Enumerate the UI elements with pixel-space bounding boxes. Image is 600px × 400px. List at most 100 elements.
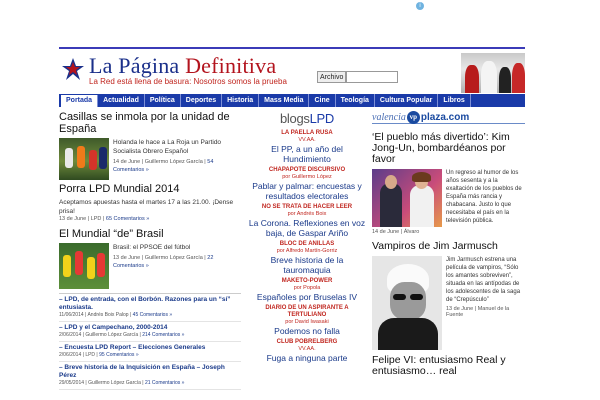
list-item-title[interactable]: – LPD y el Campechano, 2000-2014 [59,324,241,332]
nav-actualidad[interactable]: Actualidad [98,94,145,107]
nav-politica[interactable]: Política [145,94,181,107]
blog-name[interactable]: Bloc de Anillas [247,241,367,248]
blog-author: por Alfredo Martín-Gorriz [276,248,338,254]
blog-entry: Diario de un aspirante a tertuliano por … [247,305,367,336]
page-container: La Página Definitiva La Red está llena d… [59,47,525,390]
site-title[interactable]: La Página Definitiva [89,53,276,79]
valenciaplaza-column: valencia vp plaza.com ‘El pueblo más diver… [372,110,525,381]
blog-name[interactable]: Diario de un aspirante a tertuliano [247,305,367,319]
comments-link[interactable]: Comentarios » [114,216,150,222]
article-title[interactable]: El Mundial “de” Brasil [59,228,241,240]
article: Brasil: el PPSOE del fútbol 13 de June |… [59,243,241,289]
blog-entry: Club Pobrelberg VV.AA. Fuga a ninguna pa… [247,339,367,363]
comments-count-link[interactable]: 54 [207,159,213,165]
list-item: – Breve historia de la Inquisición en Es… [59,362,241,390]
article-excerpt: Holanda le hace a La Roja un Partido Soc… [113,139,222,155]
article: Un regreso al humor de los años sesenta … [372,169,525,227]
article-title[interactable]: Felipe VI: entusiasmo Real y entusiasmo…… [372,355,525,377]
comments-link[interactable]: 21 Comentarios » [145,380,184,386]
blog-entry: La Paella Rusa VV.AA. El PP, a un año de… [247,130,367,164]
blog-name[interactable]: Club Pobrelberg [247,339,367,346]
list-item-meta: 29/05/2014 | Guillermo López García | 21… [59,380,185,386]
blog-name[interactable]: Chapapote Discursivo [247,167,367,174]
article-photo[interactable] [372,169,442,227]
list-item: – LPD y el Campechano, 2000-2014 2/06/20… [59,322,241,342]
blog-author: por David Iwasaki [285,319,329,325]
list-item: – Encuesta LPD Report – Elecciones Gener… [59,342,241,362]
article-title[interactable]: ‘El pueblo más divertido’: Kim Jong-Un, … [372,132,525,165]
nav-deportes[interactable]: Deportes [181,94,223,107]
blog-post-link[interactable]: Breve historia de la tauromaquia [247,255,367,275]
article-photo[interactable] [372,256,442,350]
comments-link[interactable]: Comentarios » [113,263,149,269]
article-title[interactable]: Porra LPD Mundial 2014 [59,183,241,195]
blog-author: por Guillermo López [282,174,332,180]
article-meta: 14 de June | Guillermo López García | 54… [113,159,214,173]
blog-entry: No se trata de hacer leer por Andrés Boi… [247,204,367,238]
blog-author: VV.AA. [298,346,316,352]
article-meta: 14 de June | Álvaro [372,229,420,235]
list-item-meta: 11/06/2014 | Andrés Boix Palop | 45 Come… [59,312,173,318]
blog-entry: Maketo-Power por Popola Españoles por Br… [247,278,367,302]
article-excerpt: Jim Jarmusch estrena una película de vam… [446,257,521,303]
article-meta: 13 de June | LPD | 65 Comentarios » [59,216,150,222]
list-item-meta: 2/06/2014 | LPD | 95 Comentarios » [59,352,139,358]
list-item-title[interactable]: – Encuesta LPD Report – Elecciones Gener… [59,344,241,352]
nav-cine[interactable]: Cine [309,94,336,107]
article-excerpt: Aceptamos apuestas hasta el martes 17 a … [59,199,234,215]
list-item-title[interactable]: – Breve historia de la Inquisición en Es… [59,364,241,380]
archive-search: Archivo [317,71,399,83]
comments-link[interactable]: 95 Comentarios » [99,352,138,358]
blog-entry: Bloc de Anillas por Alfredo Martín-Gorri… [247,241,367,275]
masthead: La Página Definitiva La Red está llena d… [59,49,525,93]
blogs-column: blogsLPD La Paella Rusa VV.AA. El PP, a … [247,111,367,366]
blog-post-link[interactable]: Fuga a ninguna parte [247,353,367,363]
blog-name[interactable]: La Paella Rusa [247,130,367,137]
article-title[interactable]: Casillas se inmola por la unidad de Espa… [59,111,241,135]
nav-mass-media[interactable]: Mass Media [259,94,310,107]
list-item: – LPD, de entrada, con el Borbón. Razone… [59,294,241,322]
list-item-title[interactable]: – LPD, de entrada, con el Borbón. Razone… [59,296,241,312]
article-meta: 13 de June | Manuel de la Fuente [446,306,510,318]
blog-post-link[interactable]: La Corona. Reflexiones en voz baja, de G… [247,218,367,238]
article: Jim Jarmusch estrena una película de vam… [372,256,525,350]
comments-count-link[interactable]: 22 [207,255,213,261]
ad-info-icon[interactable]: i [416,2,424,10]
blog-post-link[interactable]: Españoles por Bruselas IV [247,292,367,302]
nav-cultura-popular[interactable]: Cultura Popular [375,94,439,107]
archive-button[interactable]: Archivo [317,71,347,83]
comments-link[interactable]: Comentarios » [113,167,149,173]
list-item-meta: 2/06/2014 | Guillermo López García | 214… [59,332,185,338]
blog-post-link[interactable]: Podemos no falla [247,326,367,336]
article-thumbnail[interactable] [59,243,109,289]
main-nav: Portada Actualidad Política Deportes His… [59,93,525,107]
main-column: Casillas se inmola por la unidad de Espa… [59,111,241,390]
nav-teologia[interactable]: Teología [336,94,375,107]
blog-post-link[interactable]: Pablar y palmar: encuestas y resultados … [247,181,367,201]
valenciaplaza-logo[interactable]: valencia vp plaza.com [372,110,525,124]
nav-portada[interactable]: Portada [61,95,99,107]
blog-post-link[interactable]: El PP, a un año del Hundimiento [247,144,367,164]
site-tagline: La Red está llena de basura: Nosotros so… [89,77,287,86]
archive-input[interactable] [346,71,399,83]
nav-historia[interactable]: Historia [222,94,260,107]
article-title[interactable]: Vampiros de Jim Jarmusch [372,241,525,252]
blog-entry: Chapapote Discursivo por Guillermo López… [247,167,367,201]
comments-link[interactable]: 45 Comentarios » [133,312,172,318]
blog-author: VV.AA. [298,137,316,143]
article: Holanda le hace a La Roja un Partido Soc… [59,138,241,180]
blog-author: por Andrés Boix [287,211,327,217]
blog-name[interactable]: Maketo-Power [247,278,367,285]
comments-count-link[interactable]: 65 [106,216,112,222]
blog-name[interactable]: No se trata de hacer leer [247,204,367,211]
nav-libros[interactable]: Libros [438,94,471,107]
blogs-lpd-logo[interactable]: blogsLPD [247,111,367,126]
article-thumbnail[interactable] [59,138,109,180]
recent-posts-list: – LPD, de entrada, con el Borbón. Razone… [59,293,241,390]
blog-author: por Popola [293,285,321,291]
logo-star-icon[interactable] [61,57,85,81]
article-meta: 13 de June | Guillermo López García | 22… [113,255,214,269]
article-excerpt: Brasil: el PPSOE del fútbol [113,244,191,251]
article-excerpt: Un regreso al humor de los años sesenta … [446,170,522,224]
comments-link[interactable]: 214 Comentarios » [142,332,184,338]
